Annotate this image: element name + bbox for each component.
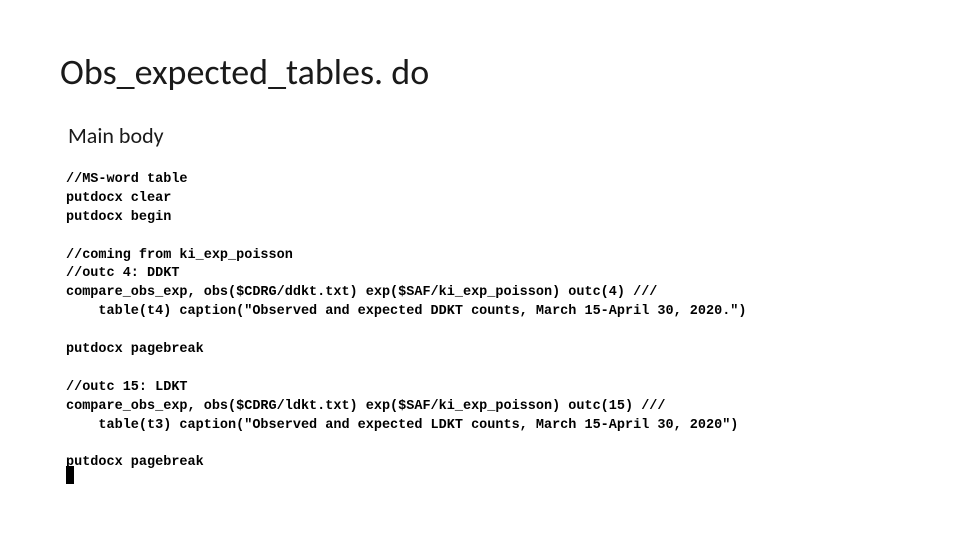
code-line: compare_obs_exp, obs($CDRG/ddkt.txt) exp… [66,285,657,300]
section-subtitle: Main body [68,122,900,149]
text-cursor [66,466,74,484]
code-block: //MS-word table putdocx clear putdocx be… [66,171,900,473]
code-line: table(t3) caption("Observed and expected… [66,418,738,433]
code-line: //outc 15: LDKT [66,380,188,395]
code-line: //outc 4: DDKT [66,266,179,281]
code-line: putdocx pagebreak [66,342,204,357]
code-line: //coming from ki_exp_poisson [66,248,293,263]
code-line: //MS-word table [66,172,188,187]
code-line: compare_obs_exp, obs($CDRG/ldkt.txt) exp… [66,399,666,414]
code-line: table(t4) caption("Observed and expected… [66,304,747,319]
slide-container: Obs_expected_tables. do Main body //MS-w… [0,0,960,540]
code-line: putdocx pagebreak [66,455,204,470]
code-line: putdocx begin [66,210,171,225]
page-title: Obs_expected_tables. do [60,50,900,94]
code-line: putdocx clear [66,191,171,206]
